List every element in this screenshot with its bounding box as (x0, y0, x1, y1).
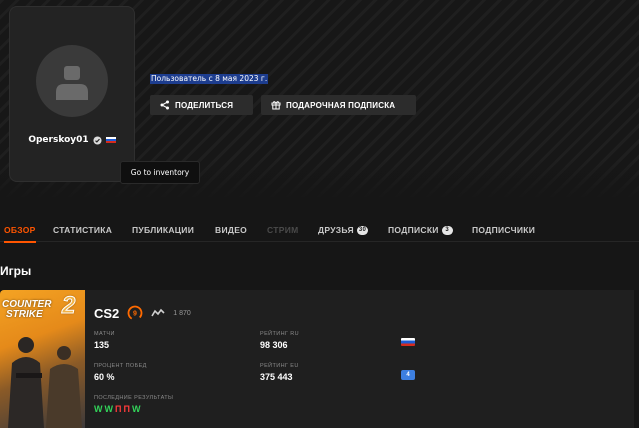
win-rate-label: ПРОЦЕНТ ПОБЕД (94, 363, 147, 369)
eu-region-badge: 4 (401, 370, 415, 380)
rating-eu-value: 375 443 (260, 372, 293, 382)
avatar[interactable] (36, 45, 108, 117)
tab-subscriptions[interactable]: ПОДПИСКИ 3 (388, 225, 453, 235)
member-since: Пользователь с 8 мая 2023 г. (150, 74, 269, 84)
tab-stream-label: СТРИМ (267, 225, 299, 235)
result-win: W (94, 404, 103, 414)
tab-stream: СТРИМ (267, 225, 298, 235)
soldier-silhouette-icon (46, 346, 82, 428)
elo-value: 1 870 (173, 309, 191, 317)
result-loss: П (123, 404, 130, 414)
tab-followers[interactable]: ПОДПИСЧИКИ (472, 225, 535, 235)
game-card-cs2[interactable]: COUNTER STRIKE 2 CS2 9 1 870 МАТЧИ 135 П… (0, 290, 634, 428)
elo-trend-icon (151, 308, 165, 317)
profile-card: Operskoy01 (9, 6, 135, 182)
result-loss: П (115, 404, 122, 414)
cs2-cover-logo: COUNTER STRIKE 2 (0, 292, 85, 320)
games-section-title: Игры (0, 264, 32, 278)
recent-results-list: W W П П W (94, 404, 173, 414)
gift-button-label: ПОДАРОЧНАЯ ПОДПИСКА (286, 100, 396, 110)
tab-followers-label: ПОДПИСЧИКИ (472, 225, 536, 235)
friends-count-badge: 30 (356, 225, 369, 235)
russia-flag-icon (105, 137, 116, 143)
tab-overview[interactable]: ОБЗОР (4, 225, 36, 243)
cover-title-number: 2 (61, 292, 76, 319)
cs2-cover-image[interactable]: COUNTER STRIKE 2 (0, 290, 85, 428)
win-rate-value: 60 % (94, 372, 115, 382)
verified-icon (93, 135, 102, 145)
russia-flag-icon (401, 338, 415, 346)
tab-video[interactable]: ВИДЕО (215, 225, 247, 235)
share-icon (160, 100, 169, 110)
matches-label: МАТЧИ (94, 331, 115, 337)
gift-icon (271, 101, 281, 110)
tab-statistics[interactable]: СТАТИСТИКА (53, 225, 112, 235)
tab-overview-label: ОБЗОР (4, 225, 36, 235)
username[interactable]: Operskoy01 (28, 135, 88, 145)
user-placeholder-icon (56, 66, 88, 100)
result-win: W (131, 404, 141, 414)
profile-tabs: ОБЗОР СТАТИСТИКА ПУБЛИКАЦИИ ВИДЕО СТРИМ … (0, 220, 639, 243)
soldier-silhouette-icon (8, 337, 44, 428)
tab-friends-label: ДРУЗЬЯ (318, 225, 354, 235)
username-row: Operskoy01 (10, 135, 134, 145)
game-name[interactable]: CS2 (94, 306, 119, 321)
win-rate-stat: ПРОЦЕНТ ПОБЕД 60 % (94, 363, 147, 382)
gift-subscription-button[interactable]: ПОДАРОЧНАЯ ПОДПИСКА (261, 95, 416, 115)
recent-results-label: ПОСЛЕДНИЕ РЕЗУЛЬТАТЫ (94, 395, 174, 401)
tab-friends[interactable]: ДРУЗЬЯ 30 (318, 225, 369, 235)
inventory-tooltip: Go to inventory (120, 161, 200, 184)
subscriptions-count-badge: 3 (441, 225, 453, 235)
tooltip-text: Go to inventory (130, 168, 190, 177)
rating-ru-label: РЕЙТИНГ RU (260, 331, 300, 337)
tab-statistics-label: СТАТИСТИКА (53, 225, 113, 235)
tab-video-label: ВИДЕО (215, 225, 248, 235)
skill-level-value: 9 (133, 311, 137, 318)
rating-eu-label: РЕЙТИНГ EU (260, 363, 299, 369)
share-button-label: ПОДЕЛИТЬСЯ (175, 100, 234, 110)
tab-subscriptions-label: ПОДПИСКИ (388, 225, 439, 235)
tab-publications[interactable]: ПУБЛИКАЦИИ (132, 225, 194, 235)
skill-level-icon: 9 (127, 305, 143, 321)
result-win: W (104, 404, 114, 414)
rating-ru-stat: РЕЙТИНГ RU 98 306 (260, 331, 299, 350)
matches-value: 135 (94, 340, 110, 350)
recent-results-stat: ПОСЛЕДНИЕ РЕЗУЛЬТАТЫ W W П П W (94, 395, 173, 414)
tab-publications-label: ПУБЛИКАЦИИ (132, 225, 195, 235)
game-title-row: CS2 9 1 870 (94, 305, 191, 321)
matches-stat: МАТЧИ 135 (94, 331, 115, 350)
rating-ru-value: 98 306 (260, 340, 288, 350)
share-button[interactable]: ПОДЕЛИТЬСЯ (150, 95, 253, 115)
rating-eu-stat: РЕЙТИНГ EU 375 443 (260, 363, 299, 382)
